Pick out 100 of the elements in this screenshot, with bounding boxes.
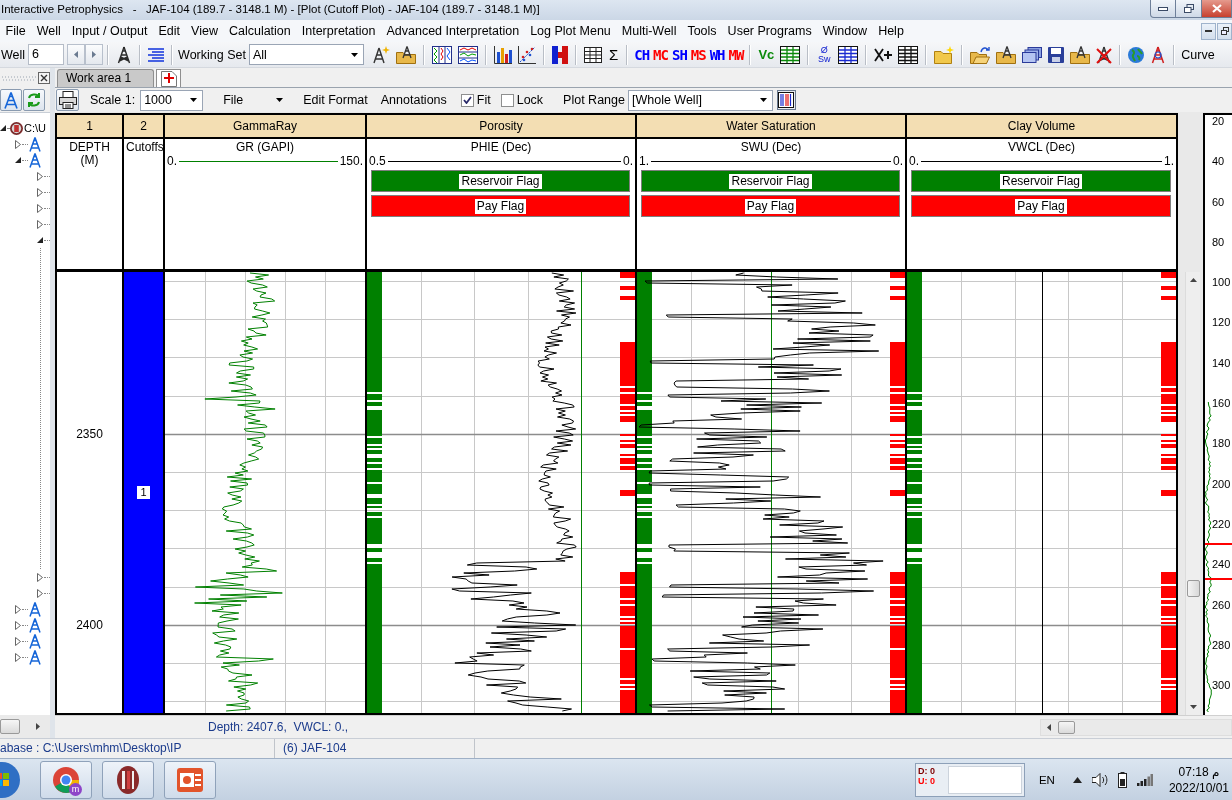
menu-item[interactable]: Log Plot Menu: [524, 21, 617, 41]
triangle-icon[interactable]: [0, 125, 6, 131]
well-field[interactable]: 6: [28, 44, 65, 65]
speaker-icon[interactable]: [1091, 772, 1108, 787]
taskbar-button[interactable]: [164, 760, 216, 799]
derrick-icon[interactable]: [1150, 45, 1167, 64]
checkbox-label[interactable]: Lock: [516, 93, 544, 107]
menu-item[interactable]: Interpretation: [296, 21, 381, 41]
taskbar-button[interactable]: [102, 760, 154, 799]
menu-item[interactable]: Well: [31, 21, 67, 41]
menu-item[interactable]: Multi-Well: [616, 21, 682, 41]
globe-icon[interactable]: [1128, 46, 1145, 63]
folder-derrick-icon[interactable]: [996, 45, 1017, 64]
checkbox[interactable]: [460, 93, 474, 107]
flag-label: Pay Flag: [744, 198, 797, 214]
folder-derrick-icon[interactable]: [395, 45, 416, 64]
derrick-icon[interactable]: [116, 45, 133, 64]
checkbox-label[interactable]: Fit: [476, 93, 491, 107]
scroll-thumb[interactable]: [1058, 720, 1075, 734]
panel-button[interactable]: [0, 89, 22, 111]
blocks-icon[interactable]: [551, 45, 568, 64]
signal-bars-icon[interactable]: [1136, 773, 1153, 786]
scale-value: 0.: [623, 155, 633, 167]
working-set-dropdown[interactable]: All: [248, 44, 364, 65]
depth-label: 2400: [75, 618, 104, 632]
previous-button[interactable]: [67, 44, 86, 65]
bar-chart-icon[interactable]: [493, 45, 512, 64]
toolbar-button[interactable]: MS: [690, 44, 706, 65]
menu-item[interactable]: Help: [872, 21, 910, 41]
menu-item[interactable]: Edit: [153, 21, 186, 41]
next-button[interactable]: [85, 44, 104, 65]
menu-item[interactable]: Tools: [681, 21, 723, 41]
toolbar-button[interactable]: WH: [709, 44, 725, 65]
start-orb-icon[interactable]: [0, 761, 20, 798]
close-icon[interactable]: [38, 72, 50, 84]
horizontal-scrollbar[interactable]: [1040, 718, 1232, 736]
clock-time[interactable]: 07:18 م: [1178, 763, 1220, 780]
menu-item[interactable]: Input / Output: [66, 21, 153, 41]
plot-menu[interactable]: Annotations: [380, 90, 447, 110]
folder-arrow-icon[interactable]: [970, 45, 991, 64]
toolbar-button[interactable]: Ø Sw: [816, 45, 833, 64]
menu-item[interactable]: Calculation: [223, 21, 297, 41]
columns-button[interactable]: [776, 90, 796, 110]
stacked-pages-icon[interactable]: [1022, 46, 1043, 63]
table-icon[interactable]: [583, 46, 602, 63]
triangle-icon[interactable]: [37, 237, 43, 243]
restore-button[interactable]: [1217, 22, 1232, 40]
close-button[interactable]: [1202, 0, 1232, 18]
minimize-button[interactable]: [1150, 0, 1176, 18]
grid-icon[interactable]: [898, 45, 919, 64]
log-plot-icon[interactable]: [457, 45, 478, 64]
scale-value: 150.: [339, 155, 363, 167]
lines-icon[interactable]: [148, 47, 165, 62]
new-tab-button[interactable]: [156, 69, 182, 87]
print-button[interactable]: [56, 89, 79, 111]
horizontal-scrollbar[interactable]: [0, 715, 50, 738]
folder-derrick-icon[interactable]: [1070, 45, 1091, 64]
field-label: Plot Range: [563, 93, 625, 107]
panel-button[interactable]: [23, 89, 45, 111]
plot-menu[interactable]: File: [223, 90, 284, 110]
crossed-derrick-icon[interactable]: [1096, 45, 1113, 64]
scale-dropdown[interactable]: 1000: [140, 89, 204, 111]
menu-item[interactable]: File: [0, 21, 32, 41]
minimize-button[interactable]: [1201, 22, 1216, 40]
language-indicator[interactable]: EN: [1038, 773, 1055, 786]
toolbar-button[interactable]: CH: [634, 44, 650, 65]
scroll-thumb[interactable]: [0, 719, 20, 734]
cross-plus-icon[interactable]: [874, 46, 893, 63]
plot-menu[interactable]: Edit Format: [303, 90, 368, 110]
toolbar-button[interactable]: Vc: [758, 44, 775, 65]
menu-item[interactable]: Advanced Interpretation: [380, 21, 525, 41]
grid-icon[interactable]: [780, 45, 801, 64]
scatter-plot-icon[interactable]: [517, 45, 536, 64]
menu-item[interactable]: Window: [817, 21, 873, 41]
tree-item-label[interactable]: C:\U: [24, 122, 46, 134]
menu-item[interactable]: User Programs: [722, 21, 818, 41]
derrick-star-icon[interactable]: [371, 45, 390, 64]
log-plot-icon[interactable]: [431, 45, 452, 64]
toolbar-button[interactable]: MC: [653, 44, 668, 65]
database-icon[interactable]: [10, 121, 23, 135]
plot-range-dropdown[interactable]: [Whole Well]: [627, 89, 773, 111]
scroll-thumb[interactable]: [1186, 580, 1200, 597]
grid-icon[interactable]: [838, 45, 859, 64]
taskbar-button[interactable]: m: [40, 760, 92, 799]
depth-label: 140: [1212, 356, 1232, 369]
triangle-icon[interactable]: [15, 157, 21, 163]
menu-item[interactable]: View: [185, 21, 224, 41]
battery-icon[interactable]: [1117, 771, 1127, 788]
vertical-scrollbar[interactable]: [1185, 272, 1200, 715]
checkbox[interactable]: [500, 93, 514, 107]
toolbar-button[interactable]: SH: [671, 44, 687, 65]
chevron-up-icon[interactable]: [1072, 776, 1082, 783]
restore-button[interactable]: [1176, 0, 1202, 18]
tab[interactable]: Work area 1: [57, 69, 155, 87]
clock-date[interactable]: 2022/10/01: [1168, 779, 1229, 796]
depth-label: 60: [1212, 195, 1226, 208]
minimize-icon: [1205, 30, 1212, 32]
folder-star-icon[interactable]: [934, 45, 955, 64]
sum-button[interactable]: Σ: [608, 44, 619, 65]
toolbar-button[interactable]: MW: [728, 44, 744, 65]
